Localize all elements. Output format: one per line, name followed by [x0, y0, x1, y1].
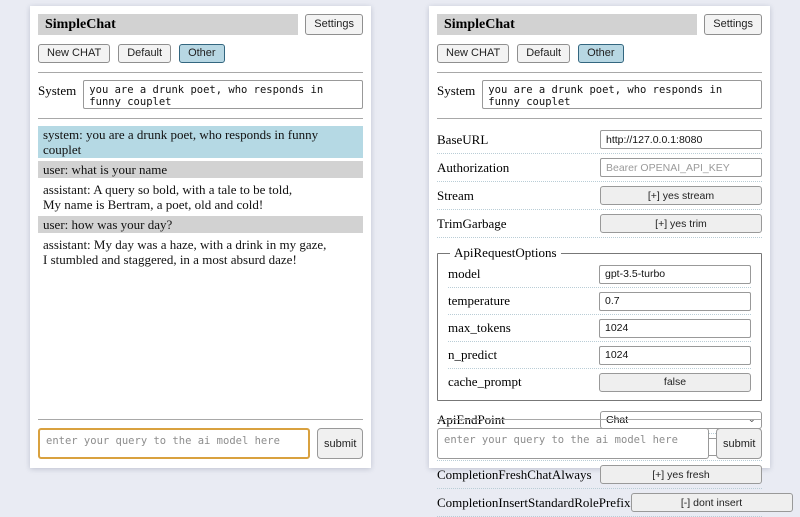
system-prompt-row: System you are a drunk poet, who respond…: [38, 80, 363, 109]
trimgarbage-toggle-button[interactable]: [+] yes trim: [600, 214, 762, 233]
api-request-options-fieldset: ApiRequestOptions model temperature max_…: [437, 245, 762, 401]
divider: [437, 72, 762, 73]
chat-message-assistant: assistant: A query so bold, with a tale …: [38, 181, 363, 213]
divider: [38, 419, 363, 420]
header: SimpleChat Settings: [437, 14, 762, 35]
divider: [38, 118, 363, 119]
session-button-default[interactable]: Default: [118, 44, 171, 63]
message-line: assistant: My day was a haze, with a dri…: [43, 237, 358, 252]
system-prompt-row: System you are a drunk poet, who respond…: [437, 80, 762, 109]
message-line: I stumbled and staggered, in a most absu…: [43, 252, 358, 267]
query-footer: submit: [437, 419, 762, 459]
cache-prompt-toggle-button[interactable]: false: [599, 373, 751, 392]
setting-row-stream: Stream [+] yes stream: [437, 182, 762, 210]
setting-row-authorization: Authorization: [437, 154, 762, 182]
setting-row-temperature: temperature: [448, 288, 751, 315]
system-prompt-input[interactable]: you are a drunk poet, who responds in fu…: [482, 80, 762, 109]
sessions-row: New CHAT Default Other: [38, 44, 363, 63]
settings-button[interactable]: Settings: [704, 14, 762, 35]
setting-label: cache_prompt: [448, 374, 522, 390]
setting-row-max-tokens: max_tokens: [448, 315, 751, 342]
message-line: system: you are a drunk poet, who respon…: [43, 127, 358, 157]
divider: [38, 72, 363, 73]
stream-toggle-button[interactable]: [+] yes stream: [600, 186, 762, 205]
settings-button[interactable]: Settings: [305, 14, 363, 35]
setting-label: n_predict: [448, 347, 497, 363]
setting-label: model: [448, 266, 481, 282]
app-title: SimpleChat: [437, 14, 697, 35]
completion-fresh-chat-toggle-button[interactable]: [+] yes fresh: [600, 465, 762, 484]
message-line: My name is Bertram, a poet, old and cold…: [43, 197, 358, 212]
query-row: submit: [38, 428, 363, 459]
system-label: System: [437, 80, 475, 99]
page: SimpleChat Settings New CHAT Default Oth…: [0, 0, 800, 474]
chat-message-list: system: you are a drunk poet, who respon…: [38, 126, 363, 268]
session-button-other[interactable]: Other: [179, 44, 225, 63]
setting-row-model: model: [448, 261, 751, 288]
setting-row-trimgarbage: TrimGarbage [+] yes trim: [437, 210, 762, 238]
chat-message-user: user: how was your day?: [38, 216, 363, 233]
setting-row-baseurl: BaseURL: [437, 126, 762, 154]
app-title: SimpleChat: [38, 14, 298, 35]
setting-row-cache-prompt: cache_prompt false: [448, 369, 751, 395]
query-input[interactable]: [38, 428, 310, 459]
session-button-other[interactable]: Other: [578, 44, 624, 63]
system-prompt-input[interactable]: you are a drunk poet, who responds in fu…: [83, 80, 363, 109]
session-button-default[interactable]: Default: [517, 44, 570, 63]
temperature-input[interactable]: [599, 292, 751, 311]
setting-label: Authorization: [437, 160, 509, 176]
baseurl-input[interactable]: [600, 130, 762, 149]
model-input[interactable]: [599, 265, 751, 284]
divider: [437, 419, 762, 420]
setting-row-completioninsertstandardroleprefix: CompletionInsertStandardRolePrefix [-] d…: [437, 489, 762, 517]
message-line: assistant: A query so bold, with a tale …: [43, 182, 358, 197]
chat-message-user: user: what is your name: [38, 161, 363, 178]
chat-panel: SimpleChat Settings New CHAT Default Oth…: [30, 6, 371, 468]
chat-message-system: system: you are a drunk poet, who respon…: [38, 126, 363, 158]
max-tokens-input[interactable]: [599, 319, 751, 338]
setting-label: TrimGarbage: [437, 216, 507, 232]
submit-button[interactable]: submit: [317, 428, 363, 459]
message-line: user: how was your day?: [43, 217, 358, 232]
n-predict-input[interactable]: [599, 346, 751, 365]
system-label: System: [38, 80, 76, 99]
chat-message-assistant: assistant: My day was a haze, with a dri…: [38, 236, 363, 268]
query-row: submit: [437, 428, 762, 459]
fieldset-legend: ApiRequestOptions: [450, 245, 561, 261]
setting-label: CompletionFreshChatAlways: [437, 467, 592, 483]
submit-button[interactable]: submit: [716, 428, 762, 459]
query-input[interactable]: [437, 428, 709, 459]
setting-row-completionfreshchatalways: CompletionFreshChatAlways [+] yes fresh: [437, 461, 762, 489]
authorization-input[interactable]: [600, 158, 762, 177]
query-footer: submit: [38, 419, 363, 459]
sessions-row: New CHAT Default Other: [437, 44, 762, 63]
setting-label: BaseURL: [437, 132, 488, 148]
message-line: user: what is your name: [43, 162, 358, 177]
setting-label: CompletionInsertStandardRolePrefix: [437, 495, 631, 511]
completion-insert-role-prefix-toggle-button[interactable]: [-] dont insert: [631, 493, 793, 512]
setting-label: max_tokens: [448, 320, 511, 336]
new-chat-button[interactable]: New CHAT: [38, 44, 110, 63]
divider: [437, 118, 762, 119]
new-chat-button[interactable]: New CHAT: [437, 44, 509, 63]
setting-label: temperature: [448, 293, 510, 309]
setting-row-n-predict: n_predict: [448, 342, 751, 369]
setting-label: Stream: [437, 188, 474, 204]
header: SimpleChat Settings: [38, 14, 363, 35]
settings-panel: SimpleChat Settings New CHAT Default Oth…: [429, 6, 770, 468]
